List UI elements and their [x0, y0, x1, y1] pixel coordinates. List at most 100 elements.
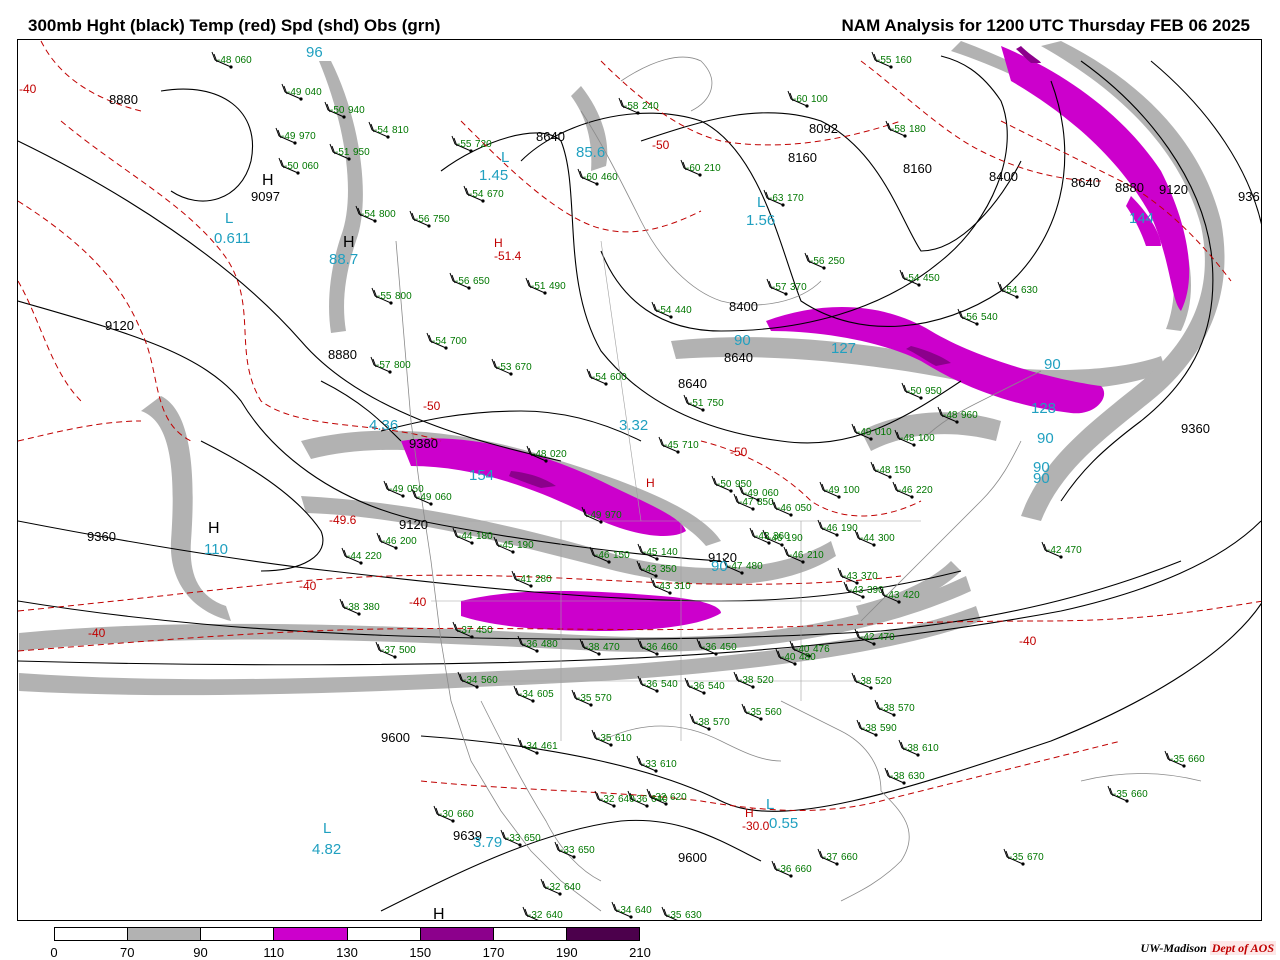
obs-height: 461 — [541, 741, 558, 752]
temperature-label: -49.6 — [329, 513, 357, 527]
obs-temperature: -36 — [633, 794, 648, 805]
obs-height: 060 — [762, 488, 779, 499]
height-label: 9380 — [409, 436, 438, 451]
obs-temperature: -48 — [532, 449, 547, 460]
obs-temperature: -58 — [891, 124, 906, 135]
legend-tick-label: 150 — [409, 945, 432, 960]
station-obs: -38 520 — [733, 671, 774, 689]
speed-label: L — [757, 194, 765, 211]
obs-height: 640 — [635, 905, 652, 916]
obs-temperature: -49 — [287, 87, 302, 98]
obs-temperature: -49 — [857, 427, 872, 438]
station-obs: -60 100 — [787, 90, 828, 108]
obs-height: 630 — [685, 910, 702, 921]
obs-temperature: -30 — [439, 809, 454, 820]
legend-color-swatch — [347, 928, 421, 940]
height-label: 9120 — [105, 318, 134, 333]
temperature-contour — [18, 420, 142, 442]
speed-label: 128 — [1031, 400, 1056, 417]
height-label: 8880 — [328, 347, 357, 362]
obs-temperature: -60 — [686, 163, 701, 174]
obs-temperature: -42 — [1047, 545, 1062, 556]
obs-temperature: -36 — [523, 639, 538, 650]
coastline — [840, 790, 910, 902]
obs-temperature: -37 — [458, 625, 473, 636]
obs-height: 280 — [535, 574, 552, 585]
obs-temperature: -35 — [667, 910, 682, 921]
obs-temperature: -49 — [417, 492, 432, 503]
obs-temperature: -43 — [656, 581, 671, 592]
height-label: 8880 — [109, 92, 138, 107]
station-obs: -35 670 — [1003, 848, 1044, 866]
obs-temperature: -42 — [860, 632, 875, 643]
obs-height: 630 — [1021, 285, 1038, 296]
obs-temperature: -49 — [389, 484, 404, 495]
obs-temperature: -34 — [523, 741, 538, 752]
obs-temperature: -48 — [876, 465, 891, 476]
obs-height: 710 — [682, 440, 699, 451]
obs-temperature: -54 — [374, 125, 389, 136]
speed-core-110 — [461, 591, 721, 631]
obs-height: 450 — [923, 273, 940, 284]
obs-height: 450 — [720, 642, 737, 653]
speed-label: L — [323, 820, 331, 837]
obs-temperature: -56 — [963, 312, 978, 323]
obs-height: 970 — [299, 131, 316, 142]
obs-temperature: -43 — [642, 564, 657, 575]
obs-temperature: -60 — [793, 94, 808, 105]
obs-temperature: -56 — [415, 214, 430, 225]
high-center-marker: H — [262, 172, 274, 189]
station-obs: -55 800 — [371, 287, 412, 305]
station-dot — [679, 920, 682, 921]
station-obs: -37 500 — [375, 641, 416, 659]
station-obs: -35 660 — [1164, 750, 1205, 768]
obs-temperature: -49 — [825, 485, 840, 496]
station-obs: -56 750 — [409, 210, 450, 228]
obs-temperature: -58 — [624, 101, 639, 112]
height-label: 9600 — [381, 730, 410, 745]
obs-height: 470 — [603, 642, 620, 653]
high-center-marker: H — [433, 906, 445, 921]
speed-band-70 — [1021, 41, 1225, 521]
station-obs: -56 540 — [957, 308, 998, 326]
credit-dept: Dept of AOS — [1209, 941, 1276, 955]
obs-height: 060 — [235, 55, 252, 66]
obs-height: 600 — [610, 372, 627, 383]
obs-temperature: -35 — [597, 733, 612, 744]
station-obs: -46 050 — [771, 499, 812, 517]
obs-temperature: -33 — [506, 833, 521, 844]
obs-height: 140 — [661, 547, 678, 558]
obs-height: 150 — [613, 550, 630, 561]
obs-temperature: -38 — [345, 602, 360, 613]
chart-title-right: NAM Analysis for 1200 UTC Thursday FEB 0… — [841, 16, 1250, 35]
high-center-marker: H — [343, 234, 355, 251]
obs-height: 420 — [903, 590, 920, 601]
obs-temperature: -50 — [284, 161, 299, 172]
high-center-marker: H — [646, 476, 655, 490]
height-label: 8092 — [809, 121, 838, 136]
obs-temperature: -46 — [898, 485, 913, 496]
speed-label: 90 — [1033, 470, 1050, 487]
height-label: 9600 — [678, 850, 707, 865]
legend-tick-label: 70 — [120, 945, 135, 960]
obs-height: 640 — [618, 794, 635, 805]
station-obs: -48 060 — [211, 51, 252, 69]
obs-height: 370 — [790, 282, 807, 293]
speed-label: 90 — [1044, 356, 1061, 373]
obs-temperature: -55 — [457, 139, 472, 150]
obs-temperature: -38 — [862, 723, 877, 734]
speed-label: 110 — [204, 541, 228, 558]
obs-height: 950 — [925, 386, 942, 397]
station-obs: -41 280 — [511, 570, 552, 588]
obs-height: 700 — [450, 336, 467, 347]
station-obs: -46 190 — [817, 519, 858, 537]
height-contour — [440, 132, 962, 444]
obs-height: 650 — [578, 845, 595, 856]
obs-temperature: -49 — [587, 510, 602, 521]
obs-temperature: -56 — [810, 256, 825, 267]
speed-label: 90 — [734, 332, 751, 349]
obs-height: 460 — [661, 642, 678, 653]
obs-temperature: -38 — [890, 771, 905, 782]
obs-temperature: -45 — [664, 440, 679, 451]
obs-height: 480 — [541, 639, 558, 650]
